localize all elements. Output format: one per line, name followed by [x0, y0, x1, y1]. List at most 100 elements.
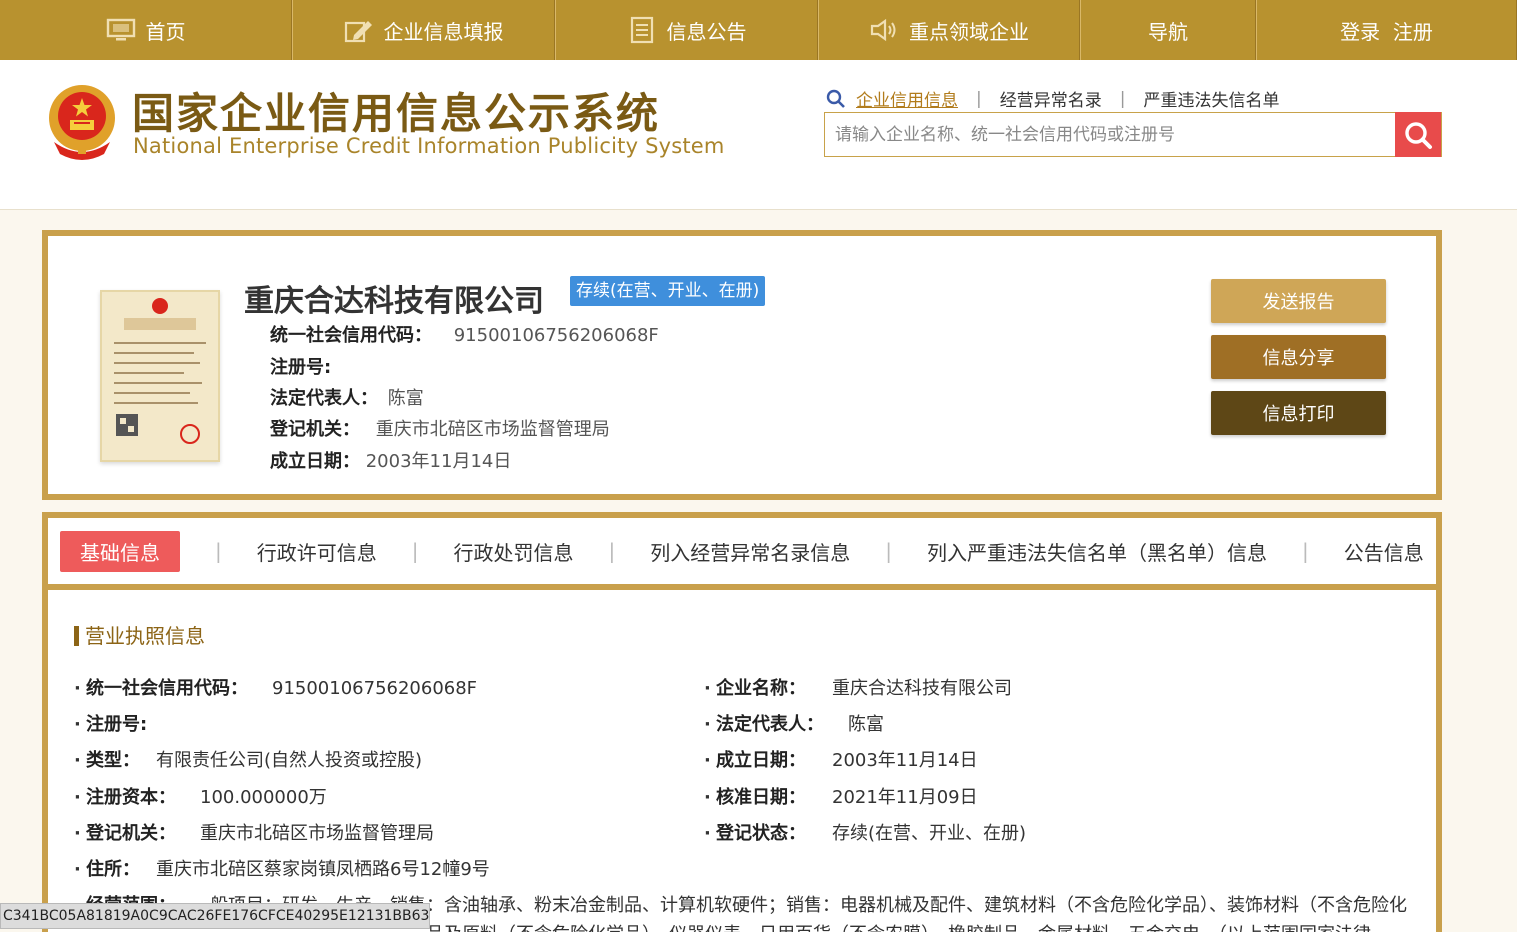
legal-rep-line: 法定代表人： 陈富 — [270, 384, 424, 410]
field-label: 登记状态： — [716, 823, 806, 844]
divider: | — [1302, 539, 1309, 563]
field-label: 企业名称： — [716, 678, 806, 699]
divider: | — [411, 539, 419, 563]
field-value: 100.000000万 — [200, 787, 327, 808]
field-value: 存续(在营、开业、在册) — [832, 823, 1027, 844]
nav-key-enterprise[interactable]: 重点领域企业 — [818, 0, 1080, 60]
bullet: · — [704, 714, 711, 735]
field-value: 91500106756206068F — [272, 678, 478, 699]
share-info-button[interactable]: 信息分享 — [1211, 335, 1386, 379]
nav-notice-label: 信息公告 — [666, 19, 747, 44]
nav-key-enterprise-label: 重点领域企业 — [909, 19, 1029, 44]
field-label: 法定代表人： — [716, 714, 824, 735]
company-name: 重庆合达科技有限公司 — [244, 284, 544, 319]
search-tab-blacklist[interactable]: 严重违法失信名单 — [1143, 86, 1279, 111]
field-row: · 法定代表人： 陈富 — [704, 710, 884, 736]
nav-report-label: 企业信息填报 — [383, 19, 504, 44]
credit-code-label: 统一社会信用代码： — [270, 325, 432, 346]
established-value: 2003年11月14日 — [365, 451, 512, 472]
bullet: · — [74, 750, 81, 771]
nav-guide-label: 导航 — [1148, 19, 1188, 44]
search-input[interactable] — [825, 113, 1397, 156]
field-value: 陈富 — [848, 714, 884, 735]
established-label: 成立日期： — [270, 451, 360, 472]
field-value: 有限责任公司(自然人投资或控股) — [156, 750, 423, 771]
bullet: · — [704, 823, 711, 844]
field-value: 重庆合达科技有限公司 — [832, 678, 1012, 699]
credit-code-value: 91500106756206068F — [453, 325, 659, 346]
field-label: 类型： — [86, 750, 140, 771]
tab-admin-penalty[interactable]: 行政处罚信息 — [454, 537, 574, 566]
monitor-icon — [106, 17, 136, 43]
field-label: 核准日期： — [716, 787, 806, 808]
tab-abnormal-list[interactable]: 列入经营异常名录信息 — [650, 537, 850, 566]
field-row: · 核准日期： 2021年11月09日 — [704, 783, 978, 809]
legal-rep-label: 法定代表人： — [270, 388, 378, 409]
edit-icon — [344, 17, 374, 43]
reg-no-label: 注册号: — [270, 357, 332, 378]
nav-guide[interactable]: 导航 — [1080, 0, 1256, 60]
field-label: 统一社会信用代码： — [86, 678, 248, 699]
nav-notice[interactable]: 信息公告 — [555, 0, 818, 60]
nav-home-label: 首页 — [145, 19, 186, 44]
field-label: 注册资本： — [86, 787, 176, 808]
bullet: · — [74, 714, 81, 735]
field-row: · 成立日期： 2003年11月14日 — [704, 746, 978, 772]
field-value: 2003年11月14日 — [832, 750, 978, 771]
divider: | — [885, 539, 892, 563]
search-type-tabs: 企业信用信息 | 经营异常名录 | 严重违法失信名单 — [826, 86, 1279, 111]
search-box — [824, 112, 1442, 157]
reg-no-line: 注册号: — [270, 353, 331, 379]
address-value: 重庆市北碚区蔡家岗镇凤栖路6号12幢9号 — [156, 859, 490, 880]
tab-basic-info[interactable]: 基础信息 — [60, 530, 180, 572]
tab-announcements[interactable]: 公告信息 — [1344, 537, 1424, 566]
print-info-button[interactable]: 信息打印 — [1211, 391, 1386, 435]
nav-home[interactable]: 首页 — [0, 0, 292, 60]
field-label: 成立日期： — [716, 750, 806, 771]
legal-rep-value: 陈富 — [387, 388, 424, 409]
nav-report[interactable]: 企业信息填报 — [292, 0, 555, 60]
field-row: · 登记状态： 存续(在营、开业、在册) — [704, 819, 1026, 845]
bullet: · — [74, 787, 81, 808]
field-row: · 企业名称： 重庆合达科技有限公司 — [704, 674, 1012, 700]
tab-blacklist[interactable]: 列入严重违法失信名单（黑名单）信息 — [927, 537, 1267, 566]
divider: | — [1119, 88, 1126, 109]
search-tab-abnormal-list[interactable]: 经营异常名录 — [1000, 86, 1102, 111]
bullet: · — [704, 678, 711, 699]
divider: | — [215, 539, 222, 563]
field-label: 注册号: — [86, 714, 148, 735]
search-icon — [1403, 120, 1433, 150]
search-tab-credit-info[interactable]: 企业信用信息 — [856, 86, 958, 111]
nav-login-register-label: 登录 注册 — [1340, 19, 1433, 44]
site-title: 国家企业信用信息公示系统 — [132, 89, 661, 138]
send-report-button[interactable]: 发送报告 — [1211, 279, 1386, 323]
tab-admin-license[interactable]: 行政许可信息 — [257, 537, 377, 566]
authority-label: 登记机关： — [270, 419, 360, 440]
speaker-icon — [869, 17, 899, 43]
document-icon — [627, 16, 657, 44]
company-status-badge: 存续(在营、开业、在册) — [570, 276, 766, 306]
field-value: 重庆市北碚区市场监督管理局 — [200, 823, 434, 844]
bullet: · — [74, 678, 81, 699]
nav-login-register[interactable]: 登录 注册 — [1256, 0, 1517, 60]
field-row: · 注册资本： 100.000000万 — [74, 783, 327, 809]
license-section-title: 营业执照信息 — [74, 626, 205, 646]
field-row: · 登记机关： 重庆市北碚区市场监督管理局 — [74, 819, 434, 845]
address-label: 住所： — [86, 859, 140, 880]
business-license-image[interactable] — [100, 290, 220, 462]
detail-tabs: 基础信息 | 行政许可信息 | 行政处罚信息 | 列入经营异常名录信息 | 列入… — [48, 518, 1436, 590]
bullet: · — [74, 859, 81, 880]
bullet: · — [74, 823, 81, 844]
site-header: 国家企业信用信息公示系统 National Enterprise Credit … — [0, 60, 1517, 210]
scope-continuation: 品及原料（不含危险化学品）、仪器仪表、日用百货（不含农膜）、橡胶制品、金属材料、… — [426, 920, 1371, 932]
divider: | — [976, 88, 982, 109]
bullet: · — [704, 787, 711, 808]
field-row: · 注册号: — [74, 710, 147, 736]
company-detail-panel: 基础信息 | 行政许可信息 | 行政处罚信息 | 列入经营异常名录信息 | 列入… — [42, 512, 1442, 932]
search-button[interactable] — [1395, 112, 1441, 157]
bullet: · — [704, 750, 711, 771]
authority-value: 重庆市北碚区市场监督管理局 — [375, 419, 610, 440]
field-row: · 统一社会信用代码： 91500106756206068F — [74, 674, 477, 700]
credit-code-line: 统一社会信用代码： 91500106756206068F — [270, 321, 659, 347]
search-small-icon — [826, 89, 846, 109]
